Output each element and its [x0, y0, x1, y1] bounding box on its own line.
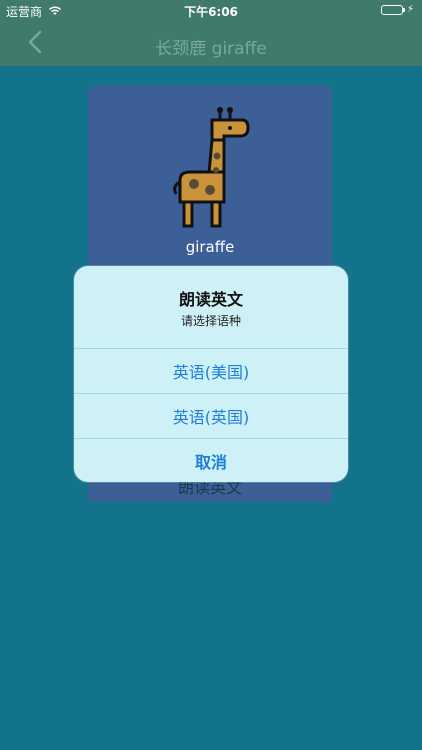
giraffe-icon — [172, 106, 252, 228]
cancel-button[interactable]: 取消 — [74, 439, 348, 482]
page-title: 长颈鹿 giraffe — [155, 39, 267, 59]
animal-name-label: giraffe — [185, 238, 235, 256]
action-sheet-subtitle: 请选择语种 — [180, 314, 241, 328]
navigation-bar: 长颈鹿 giraffe — [0, 22, 422, 66]
option-us-english-button[interactable]: 英语(美国) — [74, 349, 348, 393]
status-bar: 运营商 下午6:06 ⚡ — [0, 0, 422, 22]
option-uk-english-button[interactable]: 英语(英国) — [74, 394, 348, 438]
battery-icon — [380, 4, 405, 15]
action-sheet-title: 朗读英文 — [178, 290, 243, 309]
status-time: 下午6:06 — [184, 5, 238, 19]
action-sheet: 朗读英文 请选择语种 英语(美国) 英语(英国) 取消 — [74, 266, 348, 482]
status-right: ⚡ — [380, 4, 414, 15]
charging-bolt-icon: ⚡ — [406, 4, 414, 15]
